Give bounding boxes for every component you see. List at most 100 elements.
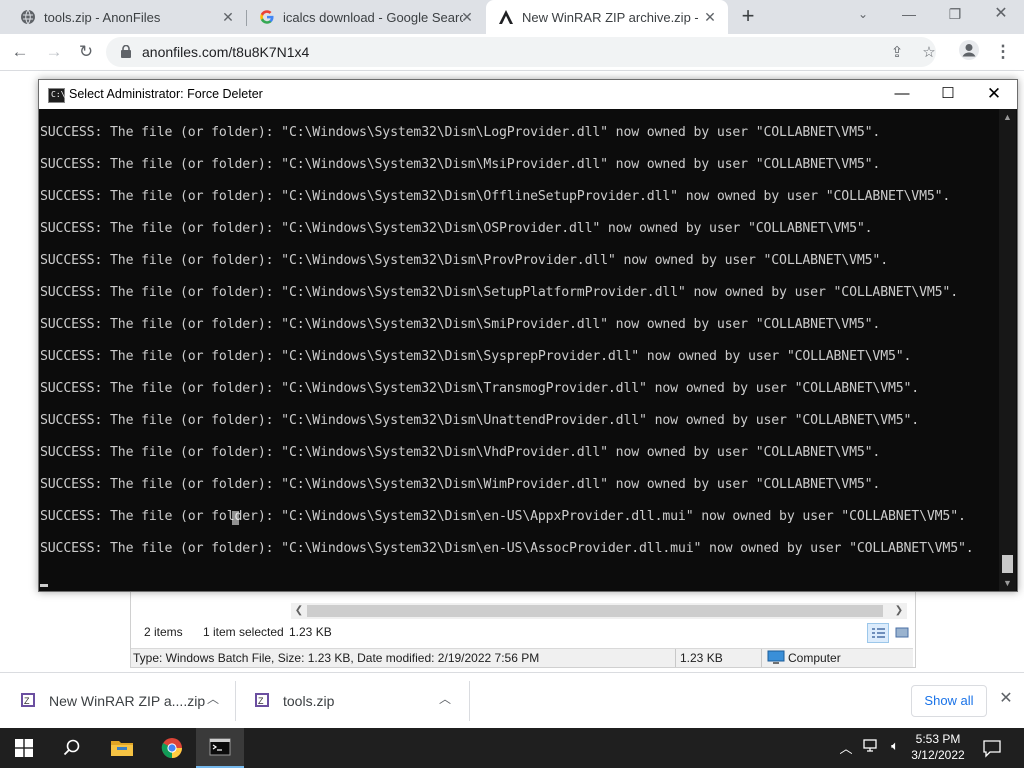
console-line: SUCCESS: The file (or folder): "C:\Windo…	[40, 541, 974, 556]
console-title: Select Administrator: Force Deleter	[69, 87, 263, 101]
forward-arrow-icon[interactable]: →	[41, 39, 67, 65]
svg-text:Z: Z	[258, 696, 264, 706]
details-view-icon[interactable]	[867, 623, 889, 643]
file-explorer-icon[interactable]	[98, 728, 146, 768]
console-line: SUCCESS: The file (or folder): "C:\Windo…	[40, 349, 912, 364]
tab-tools-zip[interactable]: tools.zip - AnonFiles ✕	[0, 0, 246, 34]
search-icon[interactable]	[48, 728, 96, 768]
start-icon[interactable]	[0, 728, 48, 768]
scrollbar-thumb[interactable]	[1002, 555, 1013, 573]
horizontal-scrollbar[interactable]: ❮ ❯	[291, 603, 907, 619]
clock-time: 5:53 PM	[915, 732, 961, 746]
download-item[interactable]: Z New WinRAR ZIP a....zip ︿	[0, 673, 236, 729]
reload-icon[interactable]: ↻	[73, 39, 99, 65]
download-filename: New WinRAR ZIP a....zip	[49, 693, 206, 709]
tab-google-search[interactable]: icalcs download - Google Search ✕	[247, 0, 485, 34]
notification-icon[interactable]	[982, 738, 1002, 758]
divider	[761, 649, 762, 667]
chevron-up-icon[interactable]: ︿	[204, 689, 222, 709]
console-line: SUCCESS: The file (or folder): "C:\Windo…	[40, 125, 881, 140]
tab-close-icon[interactable]: ✕	[459, 9, 475, 25]
console-line: SUCCESS: The file (or folder): "C:\Windo…	[40, 445, 881, 460]
bookmark-star-icon[interactable]: ☆	[920, 44, 938, 62]
profile-avatar-icon[interactable]	[956, 39, 982, 65]
tab-title: tools.zip - AnonFiles	[44, 9, 161, 25]
text-cursor	[40, 584, 48, 587]
chrome-icon[interactable]	[148, 728, 196, 768]
volume-icon[interactable]: 🔈︎	[885, 738, 905, 754]
divider	[469, 681, 470, 721]
scroll-right-icon[interactable]: ❯	[891, 603, 907, 619]
clock-date: 3/12/2022	[911, 748, 965, 762]
download-item[interactable]: Z tools.zip ︿	[234, 673, 470, 729]
restore-icon[interactable]: ❐	[932, 0, 978, 30]
console-title-bar[interactable]: C:\ Select Administrator: Force Deleter …	[39, 80, 1017, 109]
download-shelf: Z New WinRAR ZIP a....zip ︿ Z tools.zip …	[0, 672, 1024, 729]
console-window[interactable]: C:\ Select Administrator: Force Deleter …	[38, 79, 1018, 592]
close-icon[interactable]: ✕	[978, 0, 1024, 30]
winrar-zip-icon: Z	[254, 692, 270, 708]
globe-icon	[20, 9, 36, 25]
console-line: SUCCESS: The file (or folder): "C:\Windo…	[40, 381, 920, 396]
tab-title: New WinRAR ZIP archive.zip - Ar	[522, 9, 698, 25]
address-bar[interactable]: anonfiles.com/t8u8K7N1x4 ⇪ ☆	[106, 37, 936, 67]
tab-search-icon[interactable]: ⌄	[840, 0, 886, 30]
download-filename: tools.zip	[283, 693, 335, 709]
system-clock[interactable]: 5:53 PM 3/12/2022	[905, 731, 971, 763]
console-line: SUCCESS: The file (or folder): "C:\Windo…	[40, 221, 873, 236]
winrar-zip-icon: Z	[20, 692, 36, 708]
maximize-icon[interactable]: ☐	[925, 80, 971, 109]
minimize-icon[interactable]: —	[886, 0, 932, 30]
network-icon[interactable]	[861, 738, 881, 757]
minimize-icon[interactable]: —	[879, 80, 925, 109]
lock-icon[interactable]	[120, 44, 132, 58]
scroll-left-icon[interactable]: ❮	[291, 603, 307, 619]
selection-count: 1 item selected	[203, 625, 284, 639]
tab-winrar-archive[interactable]: New WinRAR ZIP archive.zip - Ar ✕	[486, 0, 728, 34]
scrollbar-thumb[interactable]	[307, 605, 883, 617]
share-icon[interactable]: ⇪	[888, 44, 906, 62]
file-explorer-window: ❮ ❯ 2 items 1 item selected 1.23 KB Type…	[130, 586, 916, 668]
location-label: Computer	[788, 651, 841, 665]
svg-text:Z: Z	[24, 696, 30, 706]
selection-size: 1.23 KB	[289, 625, 332, 639]
scroll-up-icon[interactable]: ▲	[999, 111, 1016, 123]
explorer-details-bar: Type: Windows Batch File, Size: 1.23 KB,…	[131, 648, 913, 667]
console-line: SUCCESS: The file (or folder): "C:\Windo…	[40, 413, 920, 428]
explorer-status-bar: 2 items 1 item selected 1.23 KB	[131, 623, 915, 643]
computer-icon	[767, 650, 785, 668]
file-details: Type: Windows Batch File, Size: 1.23 KB,…	[133, 651, 540, 665]
console-line: SUCCESS: The file (or folder): "C:\Windo…	[40, 253, 888, 268]
console-line: SUCCESS: The file (or folder): "C:\Windo…	[40, 477, 881, 492]
console-line: SUCCESS: The file (or folder): "C:\Windo…	[40, 317, 881, 332]
vertical-scrollbar[interactable]: ▲ ▼	[999, 109, 1016, 591]
browser-menu-icon[interactable]: ⋮	[990, 39, 1016, 65]
console-line: SUCCESS: The file (or folder): "C:\Windo…	[40, 157, 881, 172]
back-arrow-icon[interactable]: ←	[7, 39, 33, 65]
show-all-button[interactable]: Show all	[911, 685, 987, 717]
tab-title: icalcs download - Google Search	[283, 9, 463, 25]
chevron-up-icon[interactable]: ︿	[836, 738, 856, 757]
scroll-down-icon[interactable]: ▼	[999, 577, 1016, 589]
close-icon[interactable]: ✕	[996, 689, 1016, 709]
anonfiles-icon	[498, 9, 514, 25]
item-count: 2 items	[144, 625, 183, 639]
divider	[675, 649, 676, 667]
file-size: 1.23 KB	[680, 651, 723, 665]
console-output[interactable]: SUCCESS: The file (or folder): "C:\Windo…	[39, 109, 997, 591]
new-tab-button[interactable]: +	[737, 5, 759, 27]
tab-close-icon[interactable]: ✕	[220, 9, 236, 25]
command-prompt-icon[interactable]	[196, 728, 244, 768]
google-icon	[259, 9, 275, 25]
console-line: SUCCESS: The file (or folder): "C:\Windo…	[40, 285, 958, 300]
large-icons-view-icon[interactable]	[891, 623, 913, 643]
selection-cursor	[232, 511, 239, 525]
chevron-up-icon[interactable]: ︿	[436, 689, 454, 709]
console-line: SUCCESS: The file (or folder): "C:\Windo…	[40, 509, 966, 524]
tab-close-icon[interactable]: ✕	[702, 9, 718, 25]
browser-toolbar: ← → ↻ anonfiles.com/t8u8K7N1x4 ⇪ ☆ ⋮	[0, 34, 1024, 71]
browser-tab-strip: tools.zip - AnonFiles ✕ icalcs download …	[0, 0, 1024, 34]
close-icon[interactable]: ✕	[971, 80, 1017, 109]
windows-taskbar: ︿ 🔈︎ 5:53 PM 3/12/2022	[0, 728, 1024, 768]
console-line: SUCCESS: The file (or folder): "C:\Windo…	[40, 189, 951, 204]
